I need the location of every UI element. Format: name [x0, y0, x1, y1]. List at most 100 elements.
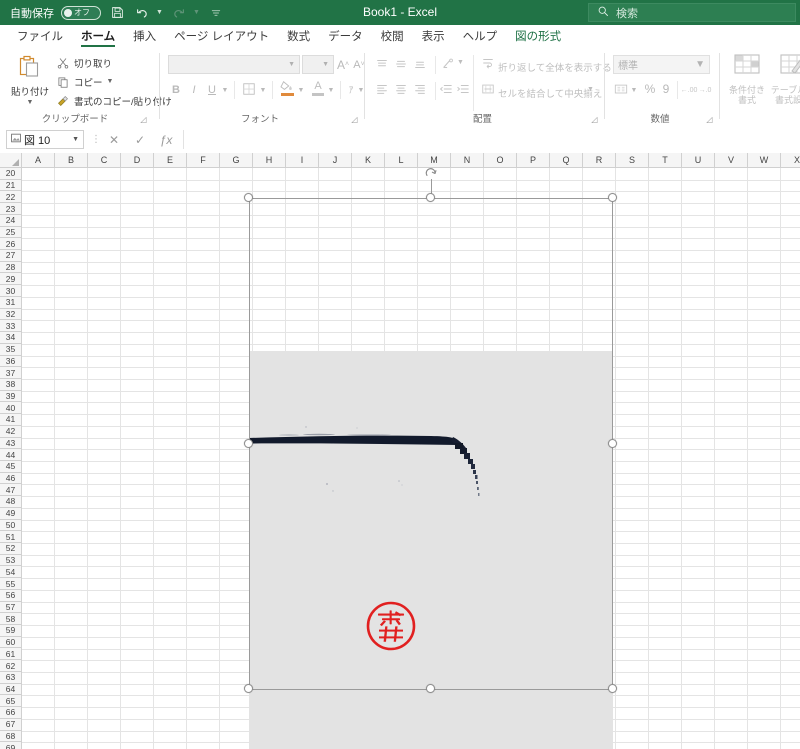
row-header-69[interactable]: 69 [0, 742, 22, 749]
row-header-40[interactable]: 40 [0, 402, 22, 414]
tab-review[interactable]: 校閲 [372, 25, 413, 49]
wrap-text-icon[interactable] [481, 56, 495, 75]
bold-button[interactable]: B [168, 81, 184, 99]
column-header-N[interactable]: N [451, 153, 484, 168]
resize-handle-bottom-left[interactable] [244, 684, 253, 693]
comma-style-button[interactable]: 9 [659, 80, 673, 98]
decrease-indent-icon[interactable] [439, 82, 453, 101]
row-header-62[interactable]: 62 [0, 660, 22, 672]
number-dialog-launcher[interactable]: ◿ [705, 115, 714, 124]
row-header-48[interactable]: 48 [0, 496, 22, 508]
font-name-combo[interactable]: ▼ [168, 55, 300, 74]
format-painter-button[interactable]: 書式のコピー/貼り付け [56, 92, 172, 109]
row-header-24[interactable]: 24 [0, 215, 22, 227]
row-header-43[interactable]: 43 [0, 438, 22, 450]
column-header-I[interactable]: I [286, 153, 319, 168]
merge-dropdown-caret[interactable]: ▼ [587, 86, 594, 93]
merge-center-icon[interactable] [481, 82, 495, 101]
row-header-61[interactable]: 61 [0, 648, 22, 660]
row-header-51[interactable]: 51 [0, 531, 22, 543]
column-header-X[interactable]: X [781, 153, 800, 168]
borders-icon[interactable] [240, 80, 258, 98]
row-header-26[interactable]: 26 [0, 238, 22, 250]
row-header-67[interactable]: 67 [0, 719, 22, 731]
row-header-53[interactable]: 53 [0, 555, 22, 567]
row-header-66[interactable]: 66 [0, 707, 22, 719]
paste-button[interactable]: 貼り付け ▼ [8, 52, 52, 110]
tab-data[interactable]: データ [319, 25, 372, 49]
accounting-format-icon[interactable] [613, 80, 629, 98]
text-orientation-icon[interactable] [441, 57, 455, 76]
tab-formulas[interactable]: 数式 [278, 25, 319, 49]
row-header-46[interactable]: 46 [0, 473, 22, 485]
undo-icon[interactable] [133, 4, 151, 22]
row-header-54[interactable]: 54 [0, 566, 22, 578]
row-header-21[interactable]: 21 [0, 180, 22, 192]
row-header-52[interactable]: 52 [0, 543, 22, 555]
column-header-P[interactable]: P [517, 153, 550, 168]
column-header-A[interactable]: A [22, 153, 55, 168]
underline-dropdown-caret[interactable]: ▼ [220, 81, 230, 99]
tab-file[interactable]: ファイル [8, 25, 72, 49]
save-icon[interactable] [108, 4, 126, 22]
align-middle-icon[interactable] [394, 57, 408, 76]
underline-button[interactable]: U [204, 81, 220, 99]
row-header-47[interactable]: 47 [0, 484, 22, 496]
row-header-44[interactable]: 44 [0, 449, 22, 461]
column-header-V[interactable]: V [715, 153, 748, 168]
enter-icon[interactable]: ✓ [127, 130, 153, 150]
tab-page-layout[interactable]: ページ レイアウト [165, 25, 278, 49]
font-color-dropdown-caret[interactable]: ▼ [326, 81, 336, 99]
column-header-B[interactable]: B [55, 153, 88, 168]
column-header-O[interactable]: O [484, 153, 517, 168]
row-header-59[interactable]: 59 [0, 625, 22, 637]
column-header-C[interactable]: C [88, 153, 121, 168]
row-header-31[interactable]: 31 [0, 297, 22, 309]
column-header-J[interactable]: J [319, 153, 352, 168]
resize-handle-middle-right[interactable] [608, 439, 617, 448]
rotate-handle-icon[interactable] [424, 167, 438, 181]
font-dialog-launcher[interactable]: ◿ [350, 115, 359, 124]
align-center-icon[interactable] [394, 82, 408, 101]
paste-dropdown-caret[interactable]: ▼ [27, 99, 34, 106]
alignment-dialog-launcher[interactable]: ◿ [590, 115, 599, 124]
row-header-20[interactable]: 20 [0, 168, 22, 180]
italic-button[interactable]: I [186, 81, 202, 99]
row-header-22[interactable]: 22 [0, 191, 22, 203]
cut-button[interactable]: 切り取り [56, 54, 112, 71]
resize-handle-top-center[interactable] [426, 193, 435, 202]
row-header-57[interactable]: 57 [0, 602, 22, 614]
align-top-icon[interactable] [375, 57, 389, 76]
row-header-58[interactable]: 58 [0, 613, 22, 625]
borders-dropdown-caret[interactable]: ▼ [258, 81, 268, 99]
name-box[interactable]: 図 10 ▼ [6, 130, 84, 149]
column-header-H[interactable]: H [253, 153, 286, 168]
row-header-65[interactable]: 65 [0, 695, 22, 707]
percent-style-button[interactable]: % [643, 80, 657, 98]
resize-handle-top-right[interactable] [608, 193, 617, 202]
row-header-37[interactable]: 37 [0, 367, 22, 379]
row-header-45[interactable]: 45 [0, 461, 22, 473]
row-header-35[interactable]: 35 [0, 344, 22, 356]
column-header-G[interactable]: G [220, 153, 253, 168]
row-header-63[interactable]: 63 [0, 672, 22, 684]
formula-input[interactable] [183, 130, 800, 149]
insert-function-icon[interactable]: ƒx [153, 130, 179, 150]
resize-handle-middle-left[interactable] [244, 439, 253, 448]
column-header-W[interactable]: W [748, 153, 781, 168]
row-header-23[interactable]: 23 [0, 203, 22, 215]
fill-color-dropdown-caret[interactable]: ▼ [296, 81, 306, 99]
column-header-L[interactable]: L [385, 153, 418, 168]
row-header-49[interactable]: 49 [0, 508, 22, 520]
resize-handle-bottom-right[interactable] [608, 684, 617, 693]
row-header-30[interactable]: 30 [0, 285, 22, 297]
row-header-27[interactable]: 27 [0, 250, 22, 262]
resize-handle-top-left[interactable] [244, 193, 253, 202]
tab-home[interactable]: ホーム [72, 25, 124, 49]
tab-picture-format[interactable]: 図の形式 [506, 25, 570, 49]
row-header-50[interactable]: 50 [0, 520, 22, 532]
row-header-42[interactable]: 42 [0, 426, 22, 438]
fill-color-icon[interactable] [278, 78, 296, 98]
clipboard-dialog-launcher[interactable]: ◿ [139, 115, 148, 124]
font-size-combo[interactable]: ▼ [302, 55, 334, 74]
